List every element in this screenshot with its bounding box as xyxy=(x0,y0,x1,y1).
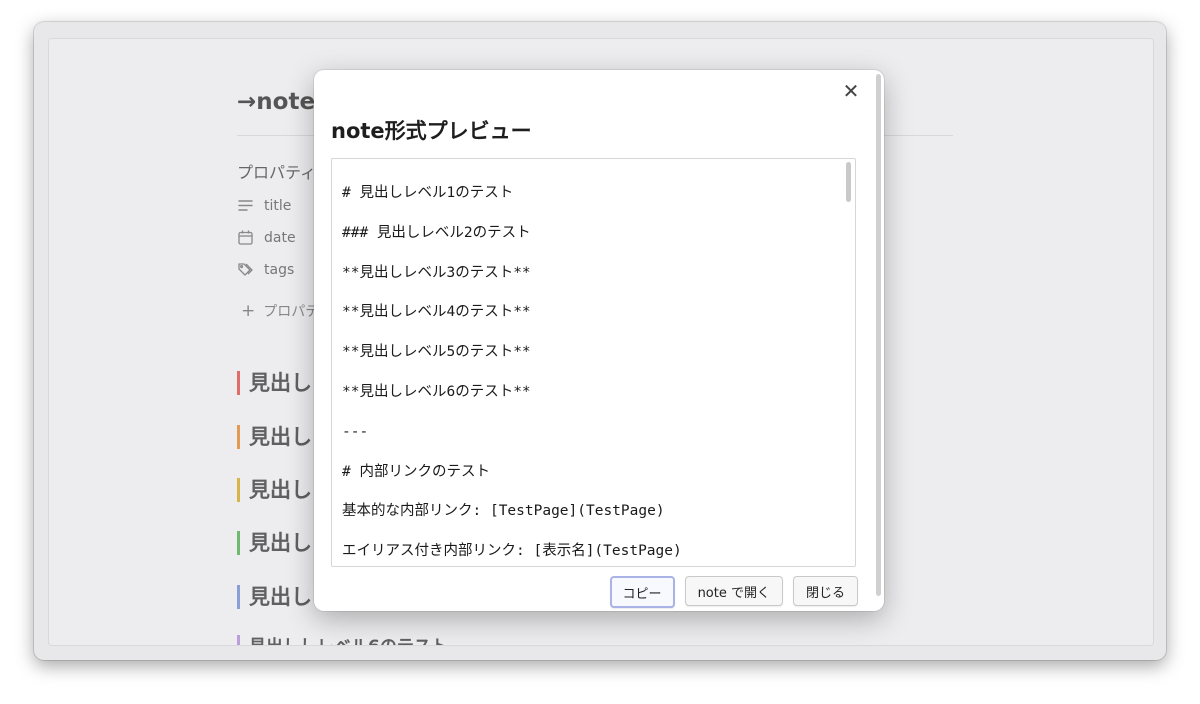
preview-line: **見出しレベル4のテスト** xyxy=(342,304,531,321)
open-in-note-button[interactable]: note で開く xyxy=(684,576,783,606)
preview-line: # 見出しレベル1のテスト xyxy=(342,185,514,201)
preview-line: 基本的な内部リンク: [TestPage](TestPage) xyxy=(342,503,665,520)
preview-line: **見出しレベル5のテスト** xyxy=(342,344,531,361)
property-label: tags xyxy=(264,261,295,278)
tags-icon xyxy=(238,263,253,276)
preview-line: ### 見出しレベル2のテスト xyxy=(342,224,531,241)
preview-line: **見出しレベル6のテスト** xyxy=(342,383,531,400)
heading-2: 見出し xyxy=(237,425,312,449)
preview-line: # 内部リンクのテスト xyxy=(342,463,490,480)
plus-icon: + xyxy=(241,301,256,321)
copy-button[interactable]: コピー xyxy=(609,576,675,608)
preview-textarea[interactable]: # 見出しレベル1のテスト ### 見出しレベル2のテスト **見出しレベル3の… xyxy=(331,158,856,567)
property-label: title xyxy=(264,197,292,214)
add-property-button[interactable]: + プロパテ xyxy=(241,301,319,321)
modal-actions: コピー note で開く 閉じる xyxy=(609,576,858,608)
note-preview-modal: ✕ note形式プレビュー # 見出しレベル1のテスト ### 見出しレベル2の… xyxy=(314,70,884,611)
property-label: date xyxy=(264,229,296,246)
calendar-icon xyxy=(238,230,253,245)
preview-content: # 見出しレベル1のテスト ### 見出しレベル2のテスト **見出しレベル3の… xyxy=(342,182,839,566)
heading-6: 見出ししレベル6のテスト xyxy=(237,635,448,645)
preview-scrollbar[interactable] xyxy=(846,162,851,202)
modal-title: note形式プレビュー xyxy=(331,119,532,143)
text-lines-icon xyxy=(238,200,253,211)
add-property-label: プロパテ xyxy=(263,304,320,320)
preview-line: エイリアス付き内部リンク: [表示名](TestPage) xyxy=(342,543,682,560)
heading-3: 見出し xyxy=(237,478,312,502)
property-tags[interactable]: tags xyxy=(237,261,294,278)
properties-heading: プロパティ xyxy=(237,163,317,182)
preview-line: --- xyxy=(342,423,369,440)
modal-scrollbar[interactable] xyxy=(876,74,881,596)
preview-line: **見出しレベル3のテスト** xyxy=(342,264,531,281)
heading-1: 見出し xyxy=(237,371,312,395)
close-icon[interactable]: ✕ xyxy=(840,80,862,102)
page-title[interactable]: →note xyxy=(237,89,315,115)
property-date[interactable]: date xyxy=(237,229,296,246)
close-button[interactable]: 閉じる xyxy=(792,576,858,606)
property-title[interactable]: title xyxy=(237,197,291,214)
